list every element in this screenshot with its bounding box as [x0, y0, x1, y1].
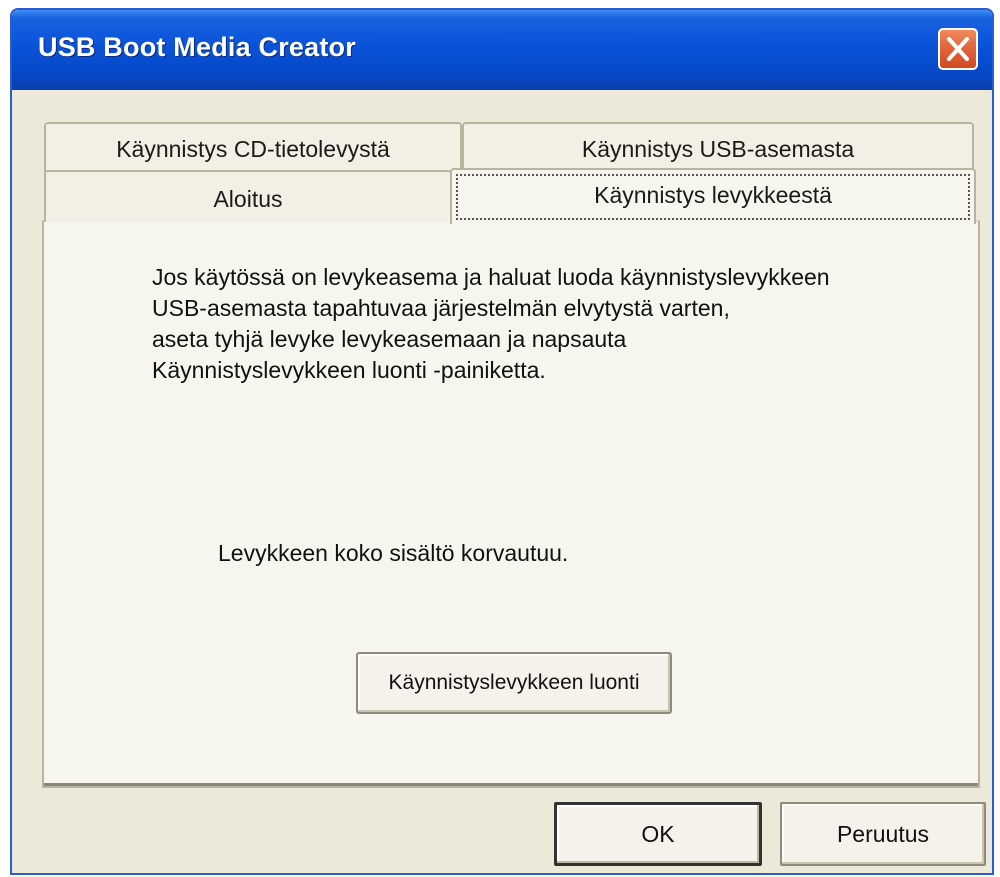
- instructions-text: Jos käytössä on levykeasema ja haluat lu…: [152, 264, 830, 383]
- tab-cd-boot[interactable]: Käynnistys CD-tietolevystä: [44, 122, 462, 172]
- panel-shadow: [44, 783, 978, 786]
- tab-start[interactable]: Aloitus: [44, 170, 452, 222]
- tab-label: Käynnistys CD-tietolevystä: [116, 136, 390, 162]
- tab-usb-boot[interactable]: Käynnistys USB-asemasta: [462, 122, 974, 172]
- close-x-icon: [947, 37, 969, 61]
- warning-text: Levykkeen koko sisältö korvautuu.: [218, 540, 569, 566]
- tab-label: Käynnistys levykkeestä: [594, 182, 832, 208]
- create-boot-floppy-button[interactable]: Käynnistyslevykkeen luonti: [356, 652, 672, 714]
- cancel-button[interactable]: Peruutus: [780, 802, 986, 866]
- tab-floppy-boot[interactable]: Käynnistys levykkeestä: [450, 168, 976, 224]
- dialog-window: USB Boot Media Creator Käynnistys CD-tie…: [10, 8, 994, 875]
- tab-label: Käynnistys USB-asemasta: [581, 136, 855, 162]
- title-bar[interactable]: USB Boot Media Creator: [12, 10, 992, 90]
- close-button[interactable]: [938, 28, 978, 70]
- ok-button[interactable]: OK: [554, 802, 762, 866]
- window-title: USB Boot Media Creator: [38, 32, 356, 62]
- tab-label: Aloitus: [213, 186, 283, 212]
